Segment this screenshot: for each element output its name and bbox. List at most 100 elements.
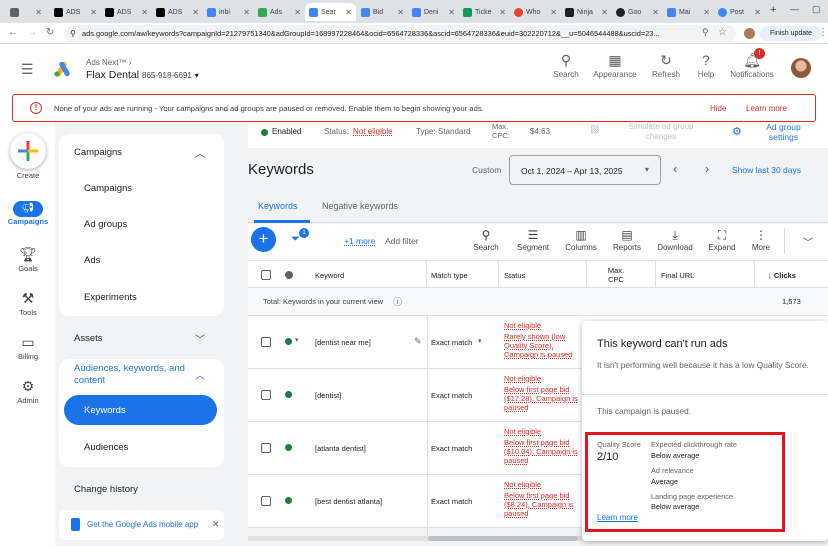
toolbar-download-button[interactable]: ⤓ Download: [654, 228, 696, 252]
nav-item-keywords[interactable]: Keywords: [64, 395, 217, 425]
hide-banner-button[interactable]: Hide: [710, 104, 726, 113]
browser-tab[interactable]: ADS ✕: [152, 3, 203, 21]
header-keyword[interactable]: Keyword: [315, 271, 344, 280]
browser-tab[interactable]: Ninja ✕: [561, 3, 612, 21]
dropdown-arrow-icon[interactable]: ▾: [478, 337, 482, 345]
close-icon[interactable]: ✕: [397, 8, 404, 17]
scrollbar-thumb[interactable]: [428, 536, 578, 541]
hamburger-menu-icon[interactable]: ☰: [21, 61, 34, 78]
header-clicks[interactable]: ↓ Clicks: [768, 271, 796, 280]
horizontal-scrollbar[interactable]: [248, 536, 582, 541]
close-icon[interactable]: ✕: [212, 519, 220, 530]
browser-tab[interactable]: Mai ✕: [663, 3, 714, 21]
minimize-icon[interactable]: —: [790, 4, 799, 14]
nav-item-ad-groups[interactable]: Ad groups: [84, 219, 127, 230]
appearance-button[interactable]: ▦ Appearance: [590, 52, 640, 79]
refresh-button[interactable]: ↻ Refresh: [648, 52, 684, 79]
nav-section-assets[interactable]: Assets: [74, 333, 103, 344]
chevron-down-icon[interactable]: ﹀: [195, 331, 205, 346]
url-bar[interactable]: ⚲ ads.google.com/aw/keywords?campaignId=2…: [64, 25, 736, 42]
ad-group-settings-link[interactable]: Ad group settings: [756, 122, 811, 142]
help-button[interactable]: ? Help: [692, 52, 720, 79]
toolbar-segment-button[interactable]: ☰ Segment: [513, 228, 553, 252]
browser-tab[interactable]: ✕: [6, 3, 46, 21]
rail-campaigns[interactable]: 📢︎ Campaigns: [6, 201, 50, 226]
browser-tab[interactable]: Ticke ✕: [459, 3, 510, 21]
nav-item-campaigns[interactable]: Campaigns: [84, 183, 132, 194]
show-last-30-days-link[interactable]: Show last 30 days: [732, 165, 801, 175]
toolbar-expand-button[interactable]: ⛶ Expand: [704, 228, 740, 252]
nav-item-change-history[interactable]: Change history: [74, 484, 138, 495]
new-tab-icon[interactable]: +: [770, 4, 776, 16]
row-status[interactable]: Not eligible: [504, 427, 541, 436]
date-range-picker[interactable]: Oct 1, 2024 – Apr 13, 2025 ▾: [509, 155, 661, 185]
back-icon[interactable]: ←: [8, 27, 18, 38]
browser-tab[interactable]: Post ✕: [714, 3, 765, 21]
close-icon[interactable]: ✕: [550, 8, 557, 17]
banner-learn-more-link[interactable]: Learn more: [746, 104, 787, 113]
create-button[interactable]: [10, 133, 46, 169]
next-period-icon[interactable]: ›: [705, 161, 709, 176]
close-icon[interactable]: ✕: [294, 8, 301, 17]
more-filters-link[interactable]: +1 more: [344, 236, 375, 246]
browser-tab[interactable]: Deni ✕: [408, 3, 459, 21]
chevron-up-icon[interactable]: ︿: [195, 145, 205, 160]
status-value[interactable]: Not eligible: [353, 127, 393, 136]
mobile-app-link[interactable]: Get the Google Ads mobile app: [87, 520, 198, 529]
tab-negative-keywords[interactable]: Negative keywords: [322, 201, 398, 211]
toolbar-reports-button[interactable]: ▤ Reports: [609, 228, 645, 252]
toolbar-more-button[interactable]: ⋮ More: [747, 228, 775, 252]
rail-admin[interactable]: ⚙ Admin: [6, 378, 50, 405]
add-filter-button[interactable]: Add filter: [385, 236, 419, 246]
nav-item-experiments[interactable]: Experiments: [84, 292, 137, 303]
toolbar-search-button[interactable]: ⚲ Search: [470, 228, 502, 252]
browser-tab[interactable]: Bid ✕: [357, 3, 408, 21]
browser-tab[interactable]: Goo ✕: [612, 3, 663, 21]
search-button[interactable]: ⚲ Search: [550, 52, 582, 79]
browser-tab[interactable]: inbi ✕: [203, 3, 254, 21]
browser-tab[interactable]: Ads ✕: [254, 3, 305, 21]
add-keyword-button[interactable]: +: [251, 227, 276, 252]
toolbar-columns-button[interactable]: ▥ Columns: [562, 228, 600, 252]
edit-pencil-icon[interactable]: ✎: [414, 336, 422, 347]
profile-avatar[interactable]: [744, 28, 755, 39]
row-status[interactable]: Not eligible: [504, 374, 541, 383]
help-icon[interactable]: ⓘ: [393, 295, 402, 308]
menu-kebab-icon[interactable]: ⋮: [818, 27, 828, 38]
row-status[interactable]: Not eligible: [504, 321, 541, 330]
close-icon[interactable]: ✕: [90, 8, 97, 17]
browser-tab[interactable]: ADS ✕: [50, 3, 101, 21]
row-status[interactable]: Not eligible: [504, 480, 541, 489]
site-info-icon[interactable]: ⚲: [70, 25, 76, 42]
tab-keywords[interactable]: Keywords: [258, 201, 298, 211]
row-checkbox[interactable]: [261, 496, 271, 506]
previous-period-icon[interactable]: ‹: [673, 161, 677, 176]
chevron-up-icon[interactable]: ︿: [195, 367, 205, 382]
close-icon[interactable]: ✕: [601, 8, 608, 17]
finish-update-button[interactable]: Finish update: [760, 26, 822, 41]
notifications-button[interactable]: 🔔︎ Notifications !: [726, 48, 778, 79]
simulate-button[interactable]: Simulate ad group changes: [616, 122, 706, 142]
header-match-type[interactable]: Match type: [431, 271, 468, 280]
gear-icon[interactable]: ⚙: [732, 125, 742, 138]
header-status[interactable]: Status: [504, 271, 525, 280]
close-icon[interactable]: ✕: [448, 8, 455, 17]
close-icon[interactable]: ✕: [141, 8, 148, 17]
row-checkbox[interactable]: [261, 390, 271, 400]
nav-item-audiences[interactable]: Audiences: [84, 442, 128, 453]
close-icon[interactable]: ✕: [345, 8, 352, 17]
dropdown-arrow-icon[interactable]: ▾: [295, 336, 299, 344]
browser-tab[interactable]: ADS ✕: [101, 3, 152, 21]
close-icon[interactable]: ✕: [243, 8, 250, 17]
close-icon[interactable]: ✕: [703, 8, 710, 17]
rail-billing[interactable]: ▭ Billing: [6, 334, 50, 361]
search-icon[interactable]: ⚲: [702, 27, 709, 38]
browser-tab-active[interactable]: Sear ✕: [305, 3, 356, 21]
account-selector[interactable]: Flax Dental 865-918-6691 ▾: [86, 69, 199, 81]
close-icon[interactable]: ✕: [35, 8, 42, 17]
reload-icon[interactable]: ↻: [46, 27, 54, 38]
bookmark-star-icon[interactable]: ☆: [718, 27, 727, 38]
header-final-url[interactable]: Final URL: [661, 271, 694, 280]
rail-goals[interactable]: 🏆︎ Goals: [6, 246, 50, 273]
nav-section-campaigns[interactable]: Campaigns: [74, 147, 122, 158]
